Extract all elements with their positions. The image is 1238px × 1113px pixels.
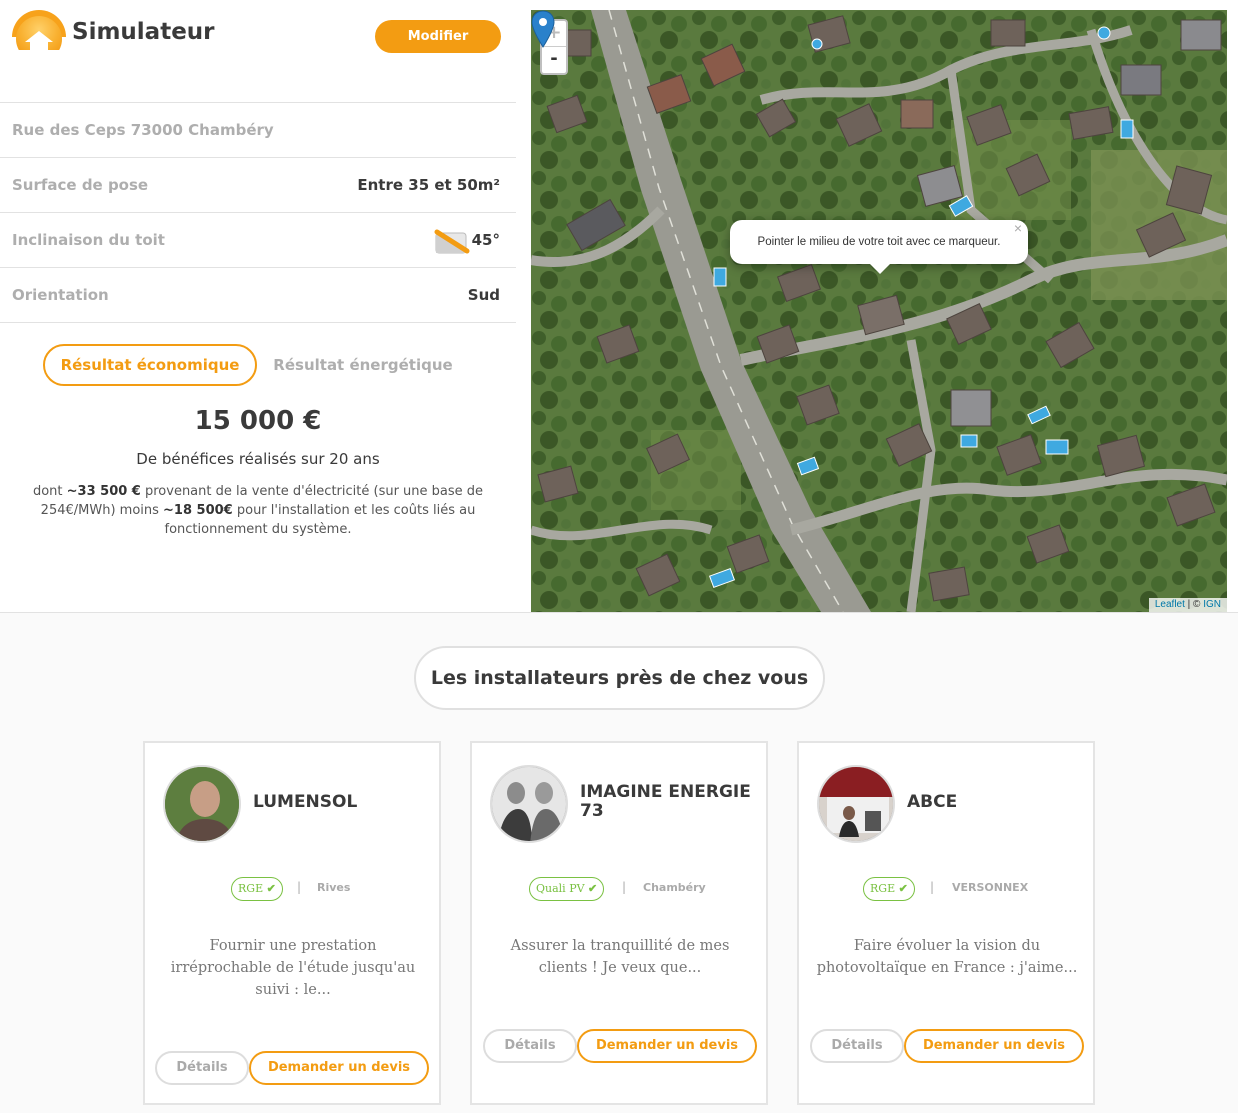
- certification-badge: RGE ✔: [863, 877, 915, 901]
- leaflet-link[interactable]: Leaflet: [1155, 599, 1185, 610]
- zoom-out-button[interactable]: -: [542, 47, 566, 73]
- person-photo-icon: [165, 767, 239, 841]
- address-text: Rue des Ceps 73000 Chambéry: [12, 121, 274, 139]
- installer-meta: RGE ✔ | VERSONNEX: [799, 877, 1093, 901]
- check-icon: ✔: [588, 882, 598, 895]
- roof-tilt-icon: [434, 229, 470, 254]
- installer-city: Chambéry: [643, 881, 706, 894]
- aerial-imagery: [531, 10, 1227, 612]
- map-pin-icon[interactable]: [531, 10, 555, 48]
- result-tabs: Résultat économique Résultat énergétique: [0, 344, 516, 386]
- installer-avatar: [817, 765, 895, 843]
- meta-separator: |: [622, 880, 627, 894]
- certification-badge: Quali PV ✔: [529, 877, 605, 901]
- tab-economic-result[interactable]: Résultat économique: [43, 344, 257, 386]
- map-attribution: Leaflet | © IGN: [1148, 598, 1227, 612]
- simulator-panel: Simulateur Modifier Rue des Ceps 73000 C…: [0, 0, 516, 612]
- map-popup: Pointer le milieu de votre toit avec ce …: [730, 220, 1028, 274]
- meta-separator: |: [297, 880, 302, 894]
- installer-name: ABCE: [907, 792, 958, 812]
- installer-card: LUMENSOL RGE ✔ | Rives Fournir une prest…: [143, 741, 441, 1105]
- installer-name: IMAGINE ENERGIE 73: [580, 782, 751, 821]
- installer-meta: RGE ✔ | Rives: [145, 877, 439, 901]
- installer-description: Assurer la tranquillité de mes clients !…: [510, 938, 730, 976]
- badge-label: RGE: [870, 882, 896, 895]
- installer-card: ABCE RGE ✔ | VERSONNEX Faire évoluer la …: [797, 741, 1095, 1105]
- person-photo-icon: [819, 767, 893, 841]
- satellite-map[interactable]: + - Pointer le milieu de votre toit avec…: [531, 10, 1227, 612]
- surface-label: Surface de pose: [12, 176, 149, 194]
- installer-name: LUMENSOL: [253, 792, 358, 812]
- check-icon: ✔: [266, 882, 276, 895]
- certification-badge: RGE ✔: [231, 877, 283, 901]
- detail-sale-amount: ~33 500 €: [66, 484, 141, 499]
- request-quote-button[interactable]: Demander un devis: [904, 1029, 1084, 1063]
- benefit-detail: dont ~33 500 € provenant de la vente d'é…: [30, 482, 486, 539]
- badge-label: Quali PV: [536, 882, 585, 895]
- orientation-label: Orientation: [12, 286, 109, 304]
- check-icon: ✔: [898, 882, 908, 895]
- popup-text: Pointer le milieu de votre toit avec ce …: [757, 236, 1001, 248]
- tab-energetic-result[interactable]: Résultat énergétique: [270, 344, 456, 386]
- modify-button[interactable]: Modifier: [375, 20, 501, 53]
- person-photo-icon: [492, 767, 566, 841]
- benefit-caption: De bénéfices réalisés sur 20 ans: [136, 450, 380, 468]
- popup-close-icon[interactable]: ×: [1014, 206, 1022, 250]
- installer-description: Faire évoluer la vision du photovoltaïqu…: [816, 938, 1078, 976]
- app-title: Simulateur: [72, 19, 215, 45]
- address-row: Rue des Ceps 73000 Chambéry: [0, 103, 516, 158]
- details-button[interactable]: Détails: [155, 1051, 249, 1085]
- tilt-row: Inclinaison du toit 45°: [0, 213, 516, 268]
- surface-row: Surface de pose Entre 35 et 50m²: [0, 158, 516, 213]
- detail-cost-amount: ~18 500€: [163, 503, 233, 518]
- orientation-value: Sud: [467, 286, 500, 304]
- benefit-amount: 15 000 €: [194, 406, 322, 436]
- installer-card: IMAGINE ENERGIE 73 Quali PV ✔ | Chambéry…: [470, 741, 768, 1105]
- installer-avatar: [490, 765, 568, 843]
- installer-city: Rives: [317, 881, 351, 894]
- installer-avatar: [163, 765, 241, 843]
- simulator-header: Simulateur Modifier: [0, 0, 516, 103]
- badge-label: RGE: [238, 882, 264, 895]
- request-quote-button[interactable]: Demander un devis: [249, 1051, 429, 1085]
- request-quote-button[interactable]: Demander un devis: [577, 1029, 757, 1063]
- details-button[interactable]: Détails: [810, 1029, 904, 1063]
- tilt-label: Inclinaison du toit: [12, 231, 165, 249]
- orientation-row: Orientation Sud: [0, 268, 516, 323]
- details-button[interactable]: Détails: [483, 1029, 577, 1063]
- sun-house-logo-icon: [12, 10, 66, 64]
- popup-tip: [870, 264, 890, 274]
- ign-link[interactable]: IGN: [1203, 599, 1221, 610]
- detail-prefix: dont: [32, 484, 67, 499]
- meta-separator: |: [930, 880, 935, 894]
- installer-city: VERSONNEX: [952, 881, 1029, 894]
- attribution-separator: | ©: [1184, 599, 1204, 610]
- tilt-value: 45°: [471, 231, 500, 249]
- installers-section-title: Les installateurs près de chez vous: [414, 646, 825, 710]
- installer-meta: Quali PV ✔ | Chambéry: [472, 877, 766, 901]
- surface-value: Entre 35 et 50m²: [357, 176, 500, 194]
- installer-description: Fournir une prestation irréprochable de …: [170, 938, 416, 998]
